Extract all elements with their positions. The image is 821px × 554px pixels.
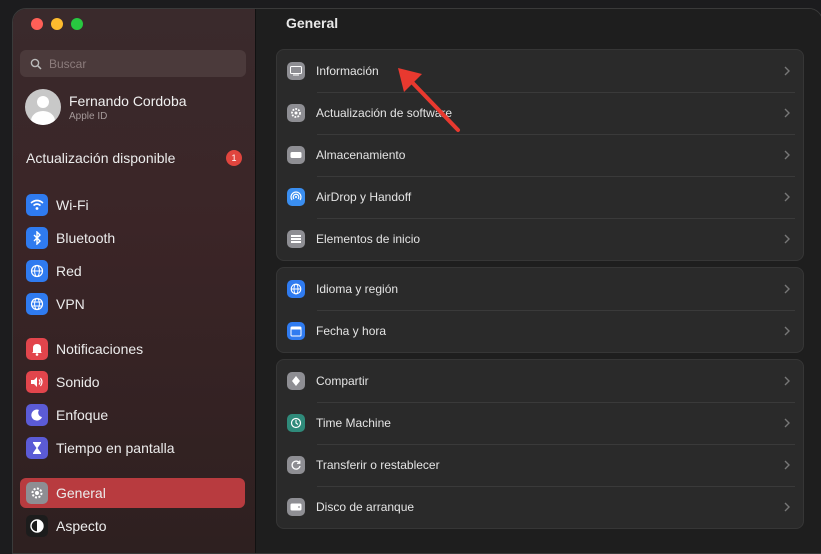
- row-label: AirDrop y Handoff: [316, 190, 412, 204]
- sidebar: Fernando Cordoba Apple ID Actualización …: [13, 9, 256, 553]
- chevron-right-icon: [779, 108, 795, 118]
- hourglass-icon: [26, 437, 48, 459]
- sidebar-item-tiempo-en-pantalla[interactable]: Tiempo en pantalla: [20, 433, 245, 463]
- page-title: General: [286, 15, 339, 31]
- apple-id-account[interactable]: Fernando Cordoba Apple ID: [25, 89, 187, 125]
- window-controls: [31, 18, 83, 30]
- account-name: Fernando Cordoba: [69, 92, 187, 109]
- search-field[interactable]: [20, 50, 246, 77]
- avatar: [25, 89, 61, 125]
- zoom-window-button[interactable]: [71, 18, 83, 30]
- sidebar-item-enfoque[interactable]: Enfoque: [20, 400, 245, 430]
- settings-group: Idioma y región Fecha y hora: [276, 267, 804, 353]
- settings-row-disco-arranque[interactable]: Disco de arranque: [277, 486, 803, 528]
- settings-row-time-machine[interactable]: Time Machine: [277, 402, 803, 444]
- moon-icon: [26, 404, 48, 426]
- settings-row-idioma-region[interactable]: Idioma y región: [277, 268, 803, 310]
- chevron-right-icon: [779, 326, 795, 336]
- annotation-arrow-icon: [398, 68, 460, 132]
- drive-icon: [287, 146, 305, 164]
- settings-row-fecha-hora[interactable]: Fecha y hora: [277, 310, 803, 352]
- chevron-right-icon: [779, 284, 795, 294]
- row-label: Almacenamiento: [316, 148, 406, 162]
- chevron-right-icon: [779, 150, 795, 160]
- sidebar-item-label: Bluetooth: [56, 230, 116, 246]
- sidebar-item-bluetooth[interactable]: Bluetooth: [20, 223, 245, 253]
- settings-row-informacion[interactable]: Información: [277, 50, 803, 92]
- settings-row-compartir[interactable]: Compartir: [277, 360, 803, 402]
- gear-icon: [26, 482, 48, 504]
- chevron-right-icon: [779, 66, 795, 76]
- chevron-right-icon: [779, 376, 795, 386]
- chevron-right-icon: [779, 502, 795, 512]
- gear-badge-icon: [287, 104, 305, 122]
- list-icon: [287, 230, 305, 248]
- settings-group: Información Actualización de software Al…: [276, 49, 804, 261]
- disk-icon: [287, 498, 305, 516]
- appearance-icon: [26, 515, 48, 537]
- vpn-globe-icon: [26, 293, 48, 315]
- sidebar-item-label: Red: [56, 263, 82, 279]
- account-subtitle: Apple ID: [69, 110, 108, 122]
- sidebar-item-label: Wi-Fi: [56, 197, 89, 213]
- update-count-badge: 1: [226, 150, 242, 166]
- settings-row-almacenamiento[interactable]: Almacenamiento: [277, 134, 803, 176]
- row-label: Transferir o restablecer: [316, 458, 440, 472]
- row-label: Time Machine: [316, 416, 391, 430]
- chevron-right-icon: [779, 418, 795, 428]
- globe-icon: [287, 280, 305, 298]
- sidebar-item-notificaciones[interactable]: Notificaciones: [20, 334, 245, 364]
- sidebar-item-general[interactable]: General: [20, 478, 245, 508]
- sidebar-item-wifi[interactable]: Wi-Fi: [20, 190, 245, 220]
- search-input[interactable]: [47, 55, 231, 72]
- chevron-right-icon: [779, 234, 795, 244]
- info-icon: [287, 62, 305, 80]
- minimize-window-button[interactable]: [51, 18, 63, 30]
- bluetooth-icon: [26, 227, 48, 249]
- sidebar-item-vpn[interactable]: VPN: [20, 289, 245, 319]
- speaker-icon: [26, 371, 48, 393]
- wifi-icon: [26, 194, 48, 216]
- chevron-right-icon: [779, 192, 795, 202]
- time-machine-icon: [287, 414, 305, 432]
- row-label: Elementos de inicio: [316, 232, 421, 246]
- sidebar-item-label: Tiempo en pantalla: [56, 440, 175, 456]
- settings-group: Compartir Time Machine Transferir o rest…: [276, 359, 804, 529]
- search-icon: [25, 58, 47, 70]
- row-label: Actualización de software: [316, 106, 453, 120]
- sidebar-item-label: VPN: [56, 296, 85, 312]
- update-available-item[interactable]: Actualización disponible 1: [26, 150, 242, 166]
- sidebar-item-label: Aspecto: [56, 518, 107, 534]
- row-label: Compartir: [316, 374, 369, 388]
- bell-icon: [26, 338, 48, 360]
- row-label: Idioma y región: [316, 282, 399, 296]
- sidebar-item-aspecto[interactable]: Aspecto: [20, 511, 245, 541]
- reset-icon: [287, 456, 305, 474]
- settings-row-airdrop-handoff[interactable]: AirDrop y Handoff: [277, 176, 803, 218]
- update-available-label: Actualización disponible: [26, 150, 176, 166]
- airdrop-icon: [287, 188, 305, 206]
- row-label: Fecha y hora: [316, 324, 387, 338]
- chevron-right-icon: [779, 460, 795, 470]
- row-label: Disco de arranque: [316, 500, 415, 514]
- row-label: Información: [316, 64, 379, 78]
- settings-row-actualizacion-software[interactable]: Actualización de software: [277, 92, 803, 134]
- sidebar-item-label: Enfoque: [56, 407, 109, 423]
- calendar-clock-icon: [287, 322, 305, 340]
- settings-row-elementos-inicio[interactable]: Elementos de inicio: [277, 218, 803, 260]
- globe-icon: [26, 260, 48, 282]
- sidebar-item-label: General: [56, 485, 106, 501]
- sidebar-item-label: Notificaciones: [56, 341, 144, 357]
- close-window-button[interactable]: [31, 18, 43, 30]
- sidebar-item-red[interactable]: Red: [20, 256, 245, 286]
- sidebar-item-label: Sonido: [56, 374, 100, 390]
- share-icon: [287, 372, 305, 390]
- settings-row-transferir-restablecer[interactable]: Transferir o restablecer: [277, 444, 803, 486]
- main-pane: General Información Actualización de sof…: [256, 9, 821, 553]
- sidebar-item-sonido[interactable]: Sonido: [20, 367, 245, 397]
